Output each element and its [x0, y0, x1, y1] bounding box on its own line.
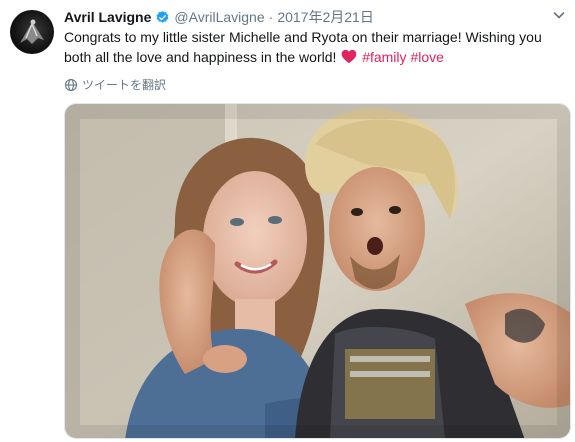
avatar[interactable]	[10, 10, 54, 54]
translate-tweet-link[interactable]: ツイートを翻訳	[64, 76, 166, 93]
tweet-photo[interactable]	[64, 103, 571, 439]
photo-image	[65, 104, 570, 438]
tweet: Avril Lavigne @AvrilLavigne · 2017年2月21日…	[0, 0, 575, 442]
author-name[interactable]: Avril Lavigne	[64, 9, 151, 25]
translate-label: ツイートを翻訳	[82, 78, 167, 92]
globe-icon	[64, 78, 78, 91]
tweet-header: Avril Lavigne @AvrilLavigne · 2017年2月21日	[64, 8, 374, 26]
hashtag-family[interactable]: #family	[362, 49, 406, 65]
heart-icon	[341, 49, 357, 64]
tweet-date[interactable]: 2017年2月21日	[277, 7, 374, 27]
tweet-text: Congrats to my little sister Michelle an…	[64, 27, 564, 67]
hashtag-love[interactable]: #love	[410, 49, 443, 65]
author-handle[interactable]: @AvrilLavigne	[174, 9, 264, 25]
verified-badge-icon	[155, 10, 170, 25]
chevron-down-icon[interactable]	[552, 8, 566, 22]
tweet-body: Congrats to my little sister Michelle an…	[64, 29, 542, 65]
header-separator: ·	[268, 9, 274, 25]
